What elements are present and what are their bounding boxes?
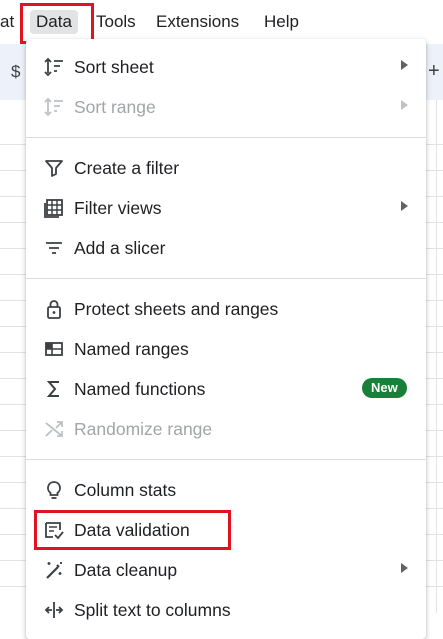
menu-item-label: Named ranges: [74, 339, 189, 359]
menu-item-create-filter[interactable]: Create a filter: [26, 148, 426, 188]
named-ranges-icon: [42, 337, 66, 361]
submenu-arrow-icon: [401, 563, 408, 573]
sigma-icon: [42, 377, 66, 401]
menu-bar: at Data Tools Extensions Help: [0, 0, 443, 44]
submenu-arrow-icon: [401, 201, 408, 211]
slicer-icon: [42, 236, 66, 260]
submenu-arrow-icon: [401, 100, 408, 110]
menu-item-randomize-range[interactable]: Randomize range: [26, 409, 426, 449]
menu-item-label: Create a filter: [74, 158, 180, 178]
menu-item-named-functions[interactable]: Named functions New: [26, 369, 426, 409]
grid-col-line: [436, 100, 437, 613]
menu-item-add-slicer[interactable]: Add a slicer: [26, 228, 426, 268]
menu-item-label: Column stats: [74, 480, 177, 500]
shuffle-icon: [42, 417, 66, 441]
menu-item-label: Add a slicer: [74, 238, 166, 258]
menu-item-label: Protect sheets and ranges: [74, 299, 279, 319]
lock-icon: [42, 297, 66, 321]
menu-item-label: Data validation: [74, 520, 190, 540]
sort-icon: [42, 95, 66, 119]
increase-font-button[interactable]: +: [428, 60, 440, 83]
menu-separator: [26, 459, 426, 460]
menu-item-data-cleanup[interactable]: Data cleanup: [26, 550, 426, 590]
menu-help[interactable]: Help: [264, 11, 299, 33]
menu-data[interactable]: Data: [30, 10, 78, 34]
menu-tools[interactable]: Tools: [96, 11, 136, 33]
new-badge: New: [362, 378, 407, 398]
menu-item-label: Split text to columns: [74, 600, 231, 620]
sort-icon: [42, 55, 66, 79]
menu-item-filter-views[interactable]: Filter views: [26, 188, 426, 228]
menu-item-label: Sort sheet: [74, 57, 154, 77]
menu-separator: [26, 278, 426, 279]
menu-item-label: Data cleanup: [74, 560, 178, 580]
menu-item-sort-range[interactable]: Sort range: [26, 87, 426, 127]
data-validation-icon: [42, 518, 66, 542]
menu-extensions[interactable]: Extensions: [156, 11, 239, 33]
data-menu-dropdown: Sort sheet Sort range Create a filter Fi…: [26, 39, 426, 639]
menu-item-label: Sort range: [74, 97, 156, 117]
menu-item-data-validation[interactable]: Data validation: [26, 510, 426, 550]
lightbulb-icon: [42, 478, 66, 502]
menu-item-named-ranges[interactable]: Named ranges: [26, 329, 426, 369]
menu-item-split-text[interactable]: Split text to columns: [26, 590, 426, 630]
split-columns-icon: [42, 598, 66, 622]
menu-item-label: Named functions: [74, 379, 206, 399]
menu-format[interactable]: at: [0, 11, 14, 33]
currency-format-button[interactable]: $: [11, 62, 20, 82]
menu-item-column-stats[interactable]: Column stats: [26, 470, 426, 510]
menu-item-label: Filter views: [74, 198, 162, 218]
menu-item-protect-sheets[interactable]: Protect sheets and ranges: [26, 289, 426, 329]
menu-separator: [26, 137, 426, 138]
filter-icon: [42, 156, 66, 180]
submenu-arrow-icon: [401, 60, 408, 70]
magic-wand-icon: [42, 558, 66, 582]
menu-item-label: Randomize range: [74, 419, 213, 439]
filter-views-icon: [42, 196, 66, 220]
menu-item-sort-sheet[interactable]: Sort sheet: [26, 47, 426, 87]
